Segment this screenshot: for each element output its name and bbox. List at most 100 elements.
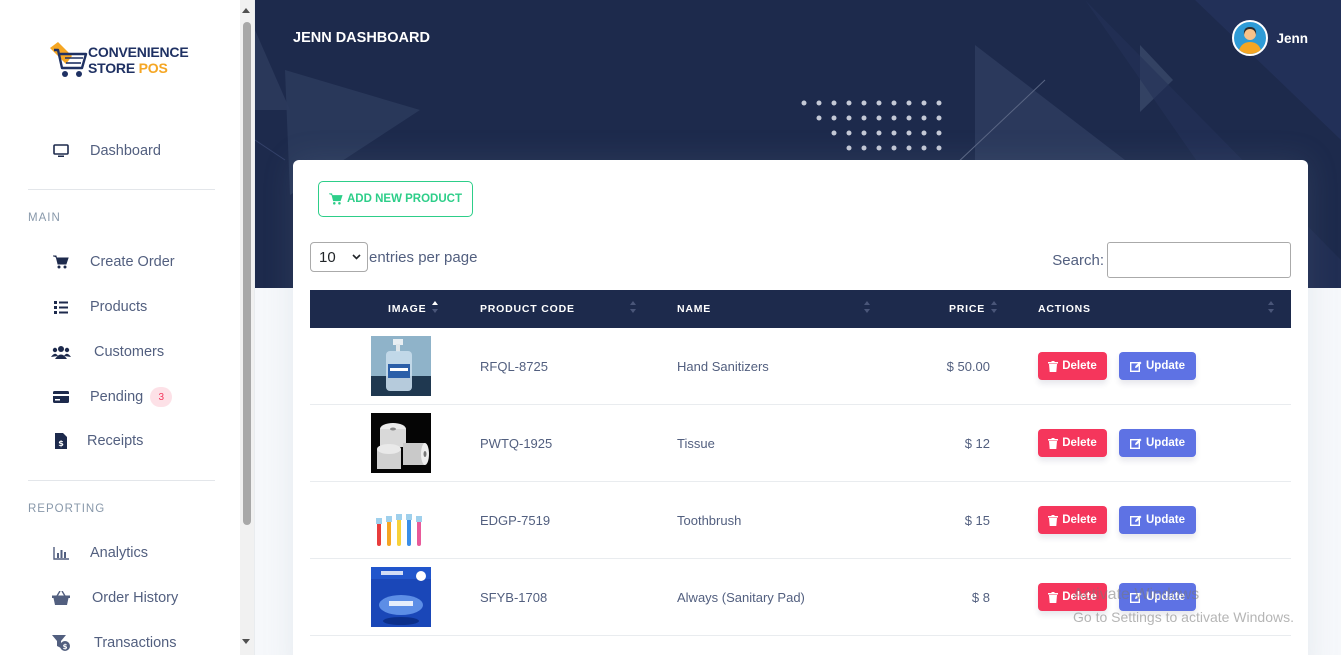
svg-text:$: $ [63, 643, 68, 651]
edit-icon [1130, 515, 1142, 526]
sidebar-item-label: Transactions [94, 635, 177, 651]
sidebar-item-dashboard[interactable]: Dashboard [50, 140, 161, 162]
product-code: SFYB-1708 [480, 590, 548, 605]
sort-icon[interactable] [864, 300, 870, 314]
chart-icon [50, 544, 72, 562]
table-row: RFQL-8725 Hand Sanitizers $ 50.00 Delete… [310, 328, 1291, 405]
trash-icon [1048, 360, 1059, 372]
trash-icon [1048, 591, 1059, 603]
brand-pos: POS [138, 60, 168, 76]
entries-control: 10 entries per page [310, 242, 477, 272]
column-header-image[interactable]: IMAGE [388, 303, 426, 315]
entries-value: 10 [319, 248, 336, 266]
sidebar-item-customers[interactable]: Customers [50, 341, 164, 363]
product-name: Tissue [677, 436, 715, 451]
card-icon [50, 388, 72, 406]
watermark-line2: Go to Settings to activate Windows. [1073, 609, 1294, 625]
brand-line1: CONVENIENCE [88, 44, 189, 60]
table-row: PWTQ-1925 Tissue $ 12 Delete Update [310, 405, 1291, 482]
avatar[interactable] [1232, 20, 1269, 56]
pending-count-badge: 3 [150, 387, 173, 407]
scroll-up-icon[interactable] [242, 8, 250, 13]
table-header: IMAGE PRODUCT CODE NAME PRICE ACTIONS [310, 290, 1291, 328]
delete-button[interactable]: Delete [1038, 429, 1107, 457]
invoice-icon: $ [50, 432, 72, 450]
sidebar-item-receipts[interactable]: $ Receipts [50, 430, 143, 452]
watermark-line1: Activate Windows [1073, 586, 1200, 603]
sidebar-scrollbar-thumb[interactable] [243, 22, 251, 525]
table-row: EDGP-7519 Toothbrush $ 15 Delete Update [310, 482, 1291, 559]
cart-icon [329, 193, 343, 205]
sidebar-item-label: Customers [94, 344, 165, 360]
column-header-name[interactable]: NAME [677, 303, 711, 315]
product-price: $ 15 [964, 513, 990, 528]
search-input[interactable] [1107, 242, 1291, 278]
chevron-down-icon [352, 254, 361, 260]
brand-logo[interactable]: CONVENIENCE STORE POS [48, 38, 198, 82]
brand-text: CONVENIENCE STORE POS [88, 44, 189, 76]
add-new-product-label: ADD NEW PRODUCT [347, 193, 462, 205]
sidebar-item-label: Order History [92, 590, 179, 606]
sidebar-item-label: Receipts [87, 433, 144, 449]
svg-text:$: $ [58, 439, 64, 448]
sidebar-item-analytics[interactable]: Analytics [50, 542, 148, 564]
update-label: Update [1146, 514, 1185, 526]
sidebar-heading-reporting: REPORTING [28, 503, 106, 515]
brand-line2: STORE [88, 60, 139, 76]
user-name: Jenn [1276, 30, 1308, 46]
column-header-price[interactable]: PRICE [949, 303, 985, 315]
sidebar-item-create-order[interactable]: Create Order [50, 251, 175, 273]
sanitary-pad-image [371, 567, 431, 627]
sidebar-item-pending[interactable]: Pending 3 [50, 386, 173, 408]
sidebar-item-transactions[interactable]: $ Transactions [50, 632, 176, 654]
trash-icon [1048, 514, 1059, 526]
delete-label: Delete [1062, 514, 1097, 526]
sidebar-item-label: Analytics [90, 545, 149, 561]
update-button[interactable]: Update [1119, 506, 1196, 534]
sidebar-divider [28, 480, 215, 481]
edit-icon [1130, 361, 1142, 372]
sort-icon[interactable] [991, 300, 997, 314]
column-header-actions[interactable]: ACTIONS [1038, 303, 1091, 315]
shopping-cart-logo-icon [50, 42, 88, 77]
trash-icon [1048, 437, 1059, 449]
sidebar-item-label: Pending [90, 389, 144, 405]
scroll-down-icon[interactable] [242, 639, 250, 644]
entries-label: entries per page [369, 248, 478, 266]
column-header-product-code[interactable]: PRODUCT CODE [480, 303, 575, 315]
sort-asc-icon[interactable] [432, 300, 438, 314]
sidebar-item-products[interactable]: Products [50, 296, 147, 318]
update-button[interactable]: Update [1119, 429, 1196, 457]
sidebar-item-order-history[interactable]: Order History [50, 587, 178, 609]
add-new-product-button[interactable]: ADD NEW PRODUCT [318, 181, 473, 217]
filter-dollar-icon: $ [50, 634, 72, 652]
update-label: Update [1146, 360, 1185, 372]
page-title: JENN DASHBOARD [293, 30, 430, 46]
windows-activation-watermark: Activate Windows Go to Settings to activ… [1073, 584, 1294, 628]
products-card: ADD NEW PRODUCT 10 entries per page Sear… [293, 160, 1308, 655]
product-price: $ 12 [964, 436, 990, 451]
delete-button[interactable]: Delete [1038, 506, 1107, 534]
monitor-icon [50, 142, 72, 160]
user-avatar-icon [1238, 27, 1263, 54]
update-button[interactable]: Update [1119, 352, 1196, 380]
search-label: Search: [1052, 251, 1104, 269]
sidebar-item-label: Dashboard [90, 143, 161, 159]
sidebar: CONVENIENCE STORE POS Dashboard MAIN Cre… [0, 0, 255, 655]
product-name: Hand Sanitizers [677, 359, 769, 374]
sidebar-item-label: Products [90, 299, 148, 315]
cart-icon [50, 253, 72, 271]
delete-label: Delete [1062, 360, 1097, 372]
sort-icon[interactable] [1268, 300, 1274, 314]
hand-sanitizer-image [371, 336, 431, 396]
product-code: EDGP-7519 [480, 513, 551, 528]
edit-icon [1130, 438, 1142, 449]
user-menu[interactable]: Jenn [1232, 20, 1308, 56]
sort-icon[interactable] [630, 300, 636, 314]
delete-button[interactable]: Delete [1038, 352, 1107, 380]
entries-per-page-select[interactable]: 10 [310, 242, 368, 272]
delete-label: Delete [1062, 437, 1097, 449]
list-icon [50, 298, 72, 316]
product-name: Toothbrush [677, 513, 742, 528]
sidebar-divider [28, 189, 215, 190]
